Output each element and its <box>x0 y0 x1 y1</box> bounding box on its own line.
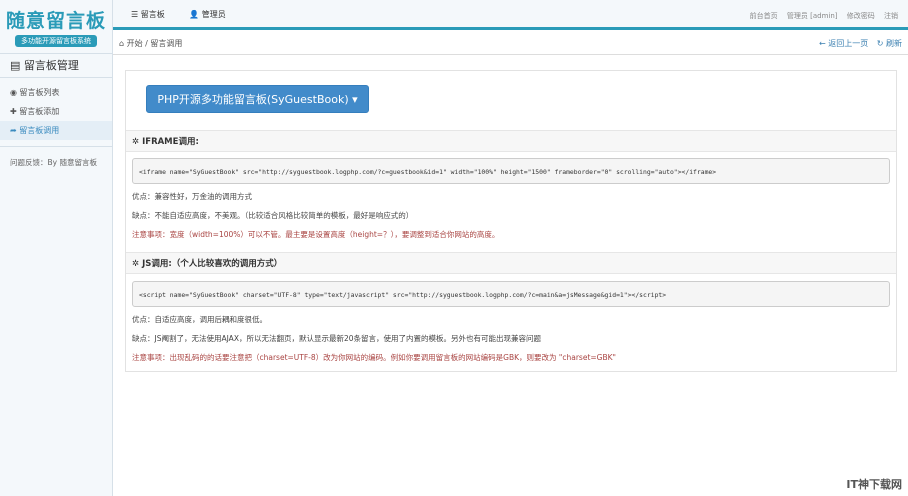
section-title: IFRAME调用: <box>142 137 199 147</box>
breadcrumb-sep: / <box>145 39 148 48</box>
iframe-con: 缺点：不能自适应高度，不美观。（比较适合风格比较简单的模板，最好是响应式的） <box>132 211 414 220</box>
iframe-note: 注意事项：宽度（width=100%）可以不管。最主要是设置高度（height=… <box>132 230 500 239</box>
list-icon: ▤ <box>10 59 24 72</box>
sidebar-item-label: 留言板列表 <box>19 88 60 97</box>
nav-label: 管理员 <box>201 10 226 19</box>
plus-icon: ✚ <box>10 107 20 116</box>
sidebar-item-label: 留言板添加 <box>19 107 60 116</box>
change-password-link[interactable]: 修改密码 <box>847 12 875 20</box>
iframe-code[interactable]: <iframe name="SyGuestBook" src="http://s… <box>132 158 890 184</box>
topbar: ☰ 留言板 👤 管理员 前台首页 管理员 [admin] 修改密码 注销 <box>113 0 908 30</box>
back-button[interactable]: ← 返回上一页 <box>819 39 868 48</box>
user-icon: 👤 <box>189 10 202 19</box>
sidebar-item-list[interactable]: ◉ 留言板列表 <box>0 83 112 102</box>
nav-admin[interactable]: 👤 管理员 <box>189 10 226 19</box>
logo-subtitle: 多功能开源留言板系统 <box>15 35 97 47</box>
nav-label: 留言板 <box>140 10 165 19</box>
logo[interactable]: 随意留言板 多功能开源留言板系统 <box>0 0 112 54</box>
content-panel: PHP开源多功能留言板(SyGuestBook) ▾ ✲ IFRAME调用: <… <box>125 70 897 372</box>
refresh-button[interactable]: ↻ 刷新 <box>877 39 902 48</box>
iframe-section-header: ✲ IFRAME调用: <box>126 130 896 152</box>
sidebar-heading-label: 留言板管理 <box>23 59 79 72</box>
gear-icon: ✲ <box>132 137 143 147</box>
sidebar: 随意留言板 多功能开源留言板系统 ▤ 留言板管理 ◉ 留言板列表 ✚ 留言板添加… <box>0 0 113 496</box>
guestbook-select-button[interactable]: PHP开源多功能留言板(SyGuestBook) ▾ <box>146 85 369 113</box>
js-pro: 优点：自适应高度，调用后耦和度很低。 <box>132 315 267 324</box>
section-title: JS调用:（个人比较喜欢的调用方式） <box>142 259 283 269</box>
watermark: IT神下载网 <box>846 478 902 491</box>
gear-icon: ✲ <box>132 259 143 269</box>
arrow-left-icon: ← <box>818 39 829 48</box>
js-note: 注意事项：出现乱码的的话要注意把（charset=UTF-8）改为你网站的编码。… <box>132 353 616 362</box>
logo-title: 随意留言板 <box>5 10 106 32</box>
js-section-header: ✲ JS调用:（个人比较喜欢的调用方式） <box>126 252 896 274</box>
sidebar-item-add[interactable]: ✚ 留言板添加 <box>0 102 112 121</box>
share-icon: ➦ <box>10 126 20 135</box>
list-icon: ☰ <box>131 10 141 19</box>
sidebar-item-label: 留言板调用 <box>19 126 60 135</box>
logout-link[interactable]: 注销 <box>884 12 898 20</box>
refresh-label: 刷新 <box>886 39 902 48</box>
back-label: 返回上一页 <box>828 39 869 48</box>
breadcrumb: ⌂ 开始 / 留言调用 ← 返回上一页 ↻ 刷新 <box>113 33 908 55</box>
admin-link[interactable]: 管理员 [admin] <box>787 12 838 20</box>
js-con: 缺点：JS阉割了，无法使用AJAX，所以无法翻页，默认显示最新20条留言，使用了… <box>132 334 541 343</box>
frontpage-link[interactable]: 前台首页 <box>750 12 778 20</box>
iframe-pro: 优点：兼容性好，万金油的调用方式 <box>132 192 252 201</box>
js-code[interactable]: <script name="SyGuestBook" charset="UTF-… <box>132 281 890 307</box>
breadcrumb-home[interactable]: 开始 <box>127 39 143 48</box>
sidebar-footer: 问题反馈：By 随意留言板 <box>10 158 97 167</box>
refresh-icon: ↻ <box>876 39 886 48</box>
sidebar-heading: ▤ 留言板管理 <box>0 54 112 78</box>
sidebar-item-embed[interactable]: ➦ 留言板调用 <box>0 121 112 140</box>
nav-guestbook[interactable]: ☰ 留言板 <box>131 10 165 19</box>
globe-icon: ◉ <box>10 88 20 97</box>
breadcrumb-current: 留言调用 <box>150 39 183 48</box>
home-icon: ⌂ <box>119 39 127 48</box>
